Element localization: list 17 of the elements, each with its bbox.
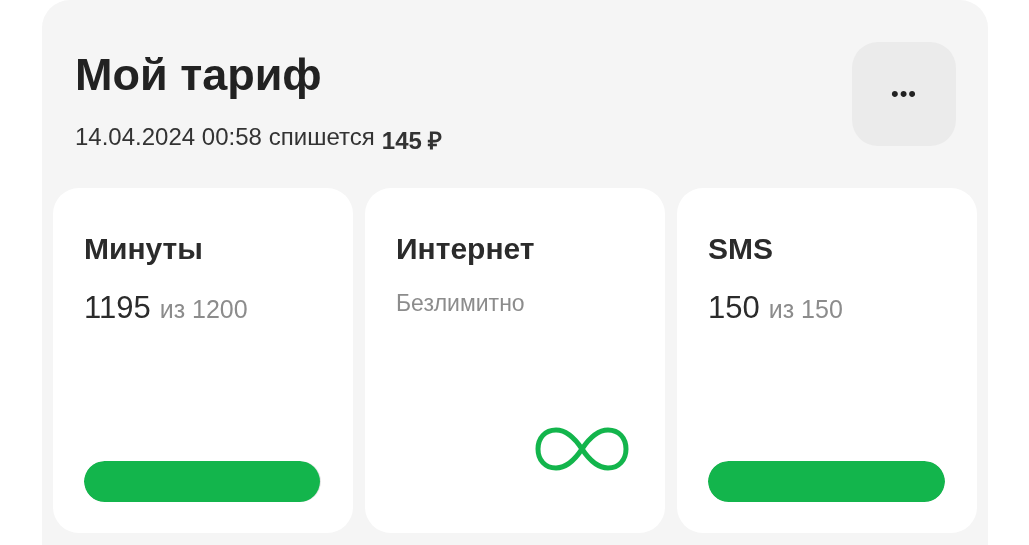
used-amount: 1195 (84, 290, 151, 326)
charge-date: 14.04.2024 00:58 (75, 123, 262, 152)
charge-amount: 145 ₽ (381, 126, 443, 156)
used-amount: 150 (708, 290, 760, 326)
card-title: Минуты (84, 232, 204, 266)
tariff-card[interactable]: Минуты 1195 из 1200 (53, 188, 353, 533)
total-amount: из 150 (768, 295, 843, 324)
card-title: SMS (708, 232, 774, 266)
tariff-card[interactable]: SMS 150 из 150 (677, 188, 977, 533)
more-button[interactable]: ••• (852, 42, 956, 146)
infinity-icon (534, 426, 630, 472)
total-amount: из 1200 (159, 295, 248, 324)
unlimited-note: Безлимитно (396, 290, 526, 317)
tariff-card[interactable]: Интернет Безлимитно (365, 188, 665, 533)
card-title: Интернет (396, 232, 536, 266)
charge-text: спишется (268, 123, 375, 152)
tariff-title: Мой тариф (75, 52, 323, 97)
